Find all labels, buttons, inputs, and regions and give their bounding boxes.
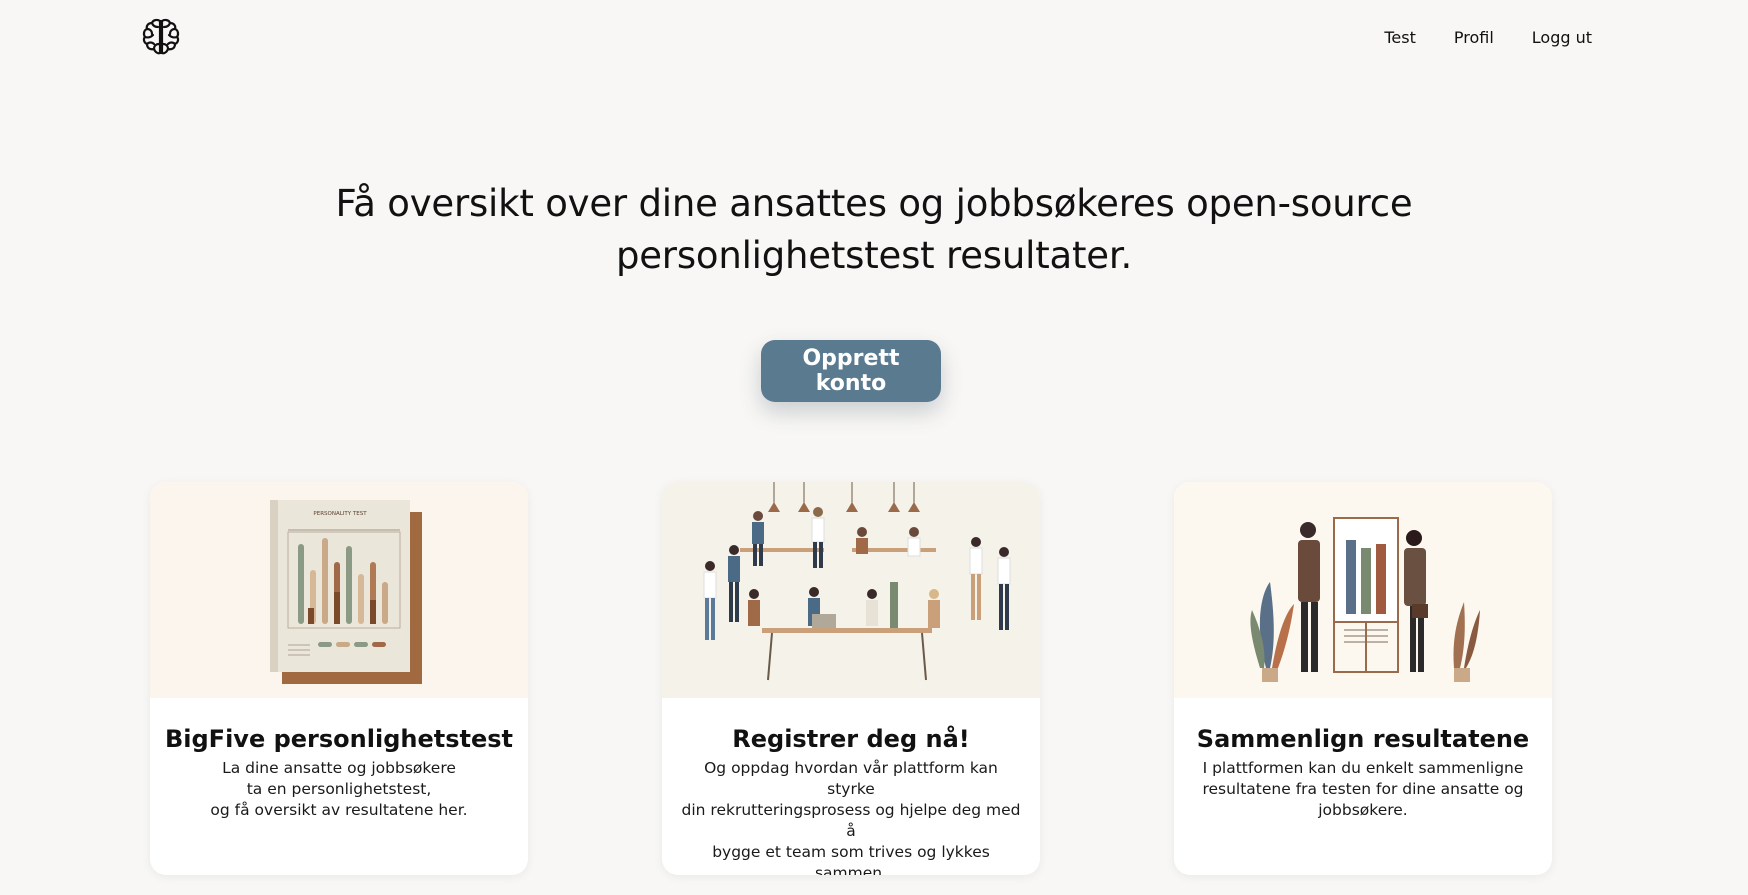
personality-test-report-illustration: PERSONALITY TEST: [150, 482, 528, 698]
people-comparing-chart-illustration: [1174, 482, 1552, 698]
top-nav: Test Profil Logg ut: [0, 0, 1748, 80]
card-title: Registrer deg nå!: [732, 725, 970, 753]
main-nav: Test Profil Logg ut: [1384, 28, 1592, 47]
card-title: Sammenlign resultatene: [1196, 725, 1530, 753]
hero-title: Få oversikt over dine ansattes og jobbsø…: [335, 182, 1413, 277]
feature-card-bigfive: PERSONALITY TEST BigFive personlighetste…: [150, 482, 528, 875]
report-title-text: PERSONALITY TEST: [313, 511, 367, 517]
nav-link-profil[interactable]: Profil: [1454, 28, 1494, 47]
page: Test Profil Logg ut Få oversikt over din…: [0, 0, 1748, 895]
card-title: BigFive personlighetstest: [164, 725, 513, 753]
card-description: I plattformen kan du enkelt sammenligne …: [1202, 759, 1524, 819]
nav-link-test[interactable]: Test: [1384, 28, 1416, 47]
brain-icon[interactable]: [139, 16, 183, 60]
feature-card-register: Registrer deg nå! Og oppdag hvordan vår …: [662, 482, 1040, 875]
team-workspace-illustration: [662, 482, 1040, 698]
nav-link-logg-ut[interactable]: Logg ut: [1532, 28, 1592, 47]
create-account-button[interactable]: Opprett konto: [761, 340, 941, 402]
feature-card-compare: Sammenlign resultatene I plattformen kan…: [1174, 482, 1552, 875]
card-description: La dine ansatte og jobbsøkere ta en pers…: [210, 759, 468, 819]
card-description: Og oppdag hvordan vår plattform kan styr…: [681, 759, 1021, 875]
